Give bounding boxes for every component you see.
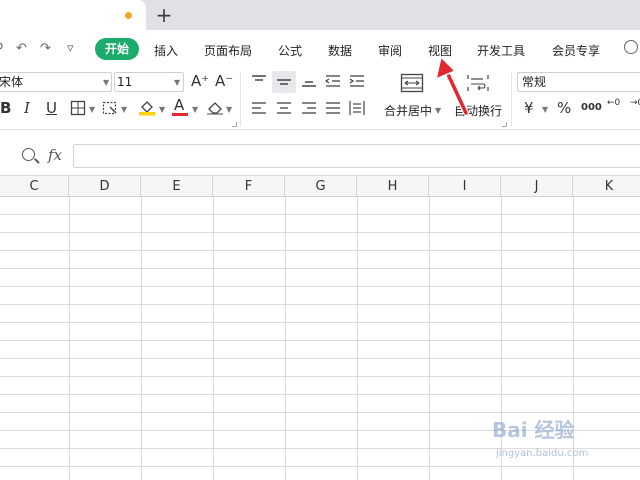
- grid-line: [285, 197, 286, 480]
- border-icon[interactable]: [70, 100, 86, 120]
- ribbon-separator: [511, 72, 512, 126]
- bold-icon[interactable]: B: [0, 100, 11, 116]
- thousands-separator-icon[interactable]: 000: [581, 100, 602, 116]
- menu-tab-review[interactable]: 审阅: [378, 42, 402, 59]
- align-left-icon[interactable]: [250, 101, 268, 119]
- chevron-down-icon: ▼: [226, 105, 233, 114]
- watermark-logo: Bai 经验: [492, 418, 575, 442]
- grid-line: [69, 197, 70, 480]
- shrink-font-icon[interactable]: A⁻: [215, 73, 233, 89]
- column-header[interactable]: H: [357, 176, 429, 197]
- menu-tab-formulas[interactable]: 公式: [278, 42, 302, 59]
- wrap-text-icon[interactable]: [466, 73, 490, 97]
- document-tab[interactable]: [0, 0, 146, 30]
- chevron-down-icon: ▼: [542, 105, 549, 114]
- align-middle-button[interactable]: [272, 71, 296, 93]
- chevron-down-icon: ▼: [103, 78, 110, 87]
- decrease-indent-icon[interactable]: [324, 74, 342, 92]
- grow-font-icon[interactable]: A⁺: [191, 73, 209, 89]
- distributed-align-icon[interactable]: [348, 100, 366, 120]
- cell-style-icon[interactable]: [102, 100, 118, 120]
- menu-tab-member[interactable]: 会员专享: [552, 42, 600, 59]
- formula-input[interactable]: [73, 144, 640, 168]
- ribbon-separator: [240, 72, 241, 126]
- quick-access-more-icon[interactable]: ▿: [67, 41, 74, 56]
- fill-color-icon[interactable]: [138, 98, 156, 120]
- redo-icon[interactable]: ↷: [40, 41, 51, 56]
- chevron-down-icon: ▼: [192, 105, 199, 114]
- search-icon[interactable]: [624, 40, 638, 54]
- menu-tab-developer[interactable]: 开发工具: [477, 42, 525, 59]
- chevron-down-icon: ▼: [89, 105, 96, 114]
- chevron-down-icon: ▼: [174, 78, 181, 87]
- align-top-icon[interactable]: [250, 74, 268, 92]
- undo-icon[interactable]: ↶: [16, 41, 27, 56]
- underline-icon[interactable]: U: [46, 100, 57, 116]
- chevron-down-icon: ▼: [159, 105, 166, 114]
- menu-tab-insert[interactable]: 插入: [154, 42, 178, 59]
- grid-line: [213, 197, 214, 480]
- unsaved-indicator-icon: [125, 12, 132, 19]
- decrease-decimal-icon[interactable]: →0: [630, 98, 640, 108]
- column-header[interactable]: E: [141, 176, 213, 197]
- increase-indent-icon[interactable]: [348, 74, 366, 92]
- align-bottom-icon[interactable]: [300, 74, 318, 92]
- clear-format-icon[interactable]: [206, 99, 224, 119]
- spreadsheet-window: + ⚲ ↶ ↷ ▿ 开始 插入 页面布局 公式 数据 审阅 视图 开发工具 会员…: [0, 0, 640, 480]
- column-header[interactable]: I: [429, 176, 501, 197]
- font-name-value: 宋体: [0, 75, 24, 89]
- watermark: Bai 经验 jingyan.baidu.com: [492, 414, 610, 464]
- menu-tab-home[interactable]: 开始: [95, 38, 139, 60]
- font-color-bar: [172, 113, 188, 116]
- column-header[interactable]: G: [285, 176, 357, 197]
- column-header[interactable]: J: [501, 176, 573, 197]
- new-tab-button[interactable]: +: [154, 4, 174, 26]
- alignment-group-launcher-icon[interactable]: [502, 122, 507, 127]
- font-group-launcher-icon[interactable]: [232, 122, 237, 127]
- column-header-row: C D E F G H I J K: [0, 175, 640, 197]
- grid-line: [141, 197, 142, 480]
- align-right-icon[interactable]: [300, 101, 318, 119]
- zoom-icon[interactable]: [22, 148, 35, 161]
- watermark-url: jingyan.baidu.com: [496, 448, 589, 459]
- italic-icon[interactable]: I: [24, 100, 30, 116]
- font-name-select[interactable]: 宋体: [0, 72, 112, 92]
- font-size-value: 11: [117, 75, 133, 89]
- merge-center-label[interactable]: 合并居中: [384, 102, 432, 119]
- column-header[interactable]: F: [213, 176, 285, 197]
- currency-icon[interactable]: ¥: [524, 100, 534, 116]
- column-header[interactable]: C: [0, 176, 69, 197]
- percent-icon[interactable]: %: [557, 100, 571, 116]
- document-tab-strip: +: [0, 0, 640, 30]
- align-center-icon[interactable]: [275, 101, 293, 119]
- menu-tab-view[interactable]: 视图: [428, 42, 452, 59]
- grid-line: [357, 197, 358, 480]
- chevron-down-icon: ▼: [121, 105, 128, 114]
- menu-tab-data[interactable]: 数据: [328, 42, 352, 59]
- wrap-text-label[interactable]: 自动换行: [454, 102, 502, 119]
- chevron-down-icon: ▼: [435, 106, 442, 115]
- menu-tab-page-layout[interactable]: 页面布局: [204, 42, 252, 59]
- increase-decimal-icon[interactable]: ←0: [607, 98, 620, 108]
- grid-line: [429, 197, 430, 480]
- justify-icon[interactable]: [324, 101, 342, 119]
- column-header[interactable]: D: [69, 176, 141, 197]
- insert-function-icon[interactable]: fx: [48, 146, 62, 164]
- merge-center-icon[interactable]: [400, 73, 424, 97]
- number-format-value: 常规: [522, 75, 547, 89]
- column-header[interactable]: K: [573, 176, 640, 197]
- search-command-icon[interactable]: ⚲: [0, 41, 4, 56]
- font-color-icon[interactable]: A: [174, 97, 184, 113]
- number-format-select[interactable]: 常规: [517, 72, 640, 92]
